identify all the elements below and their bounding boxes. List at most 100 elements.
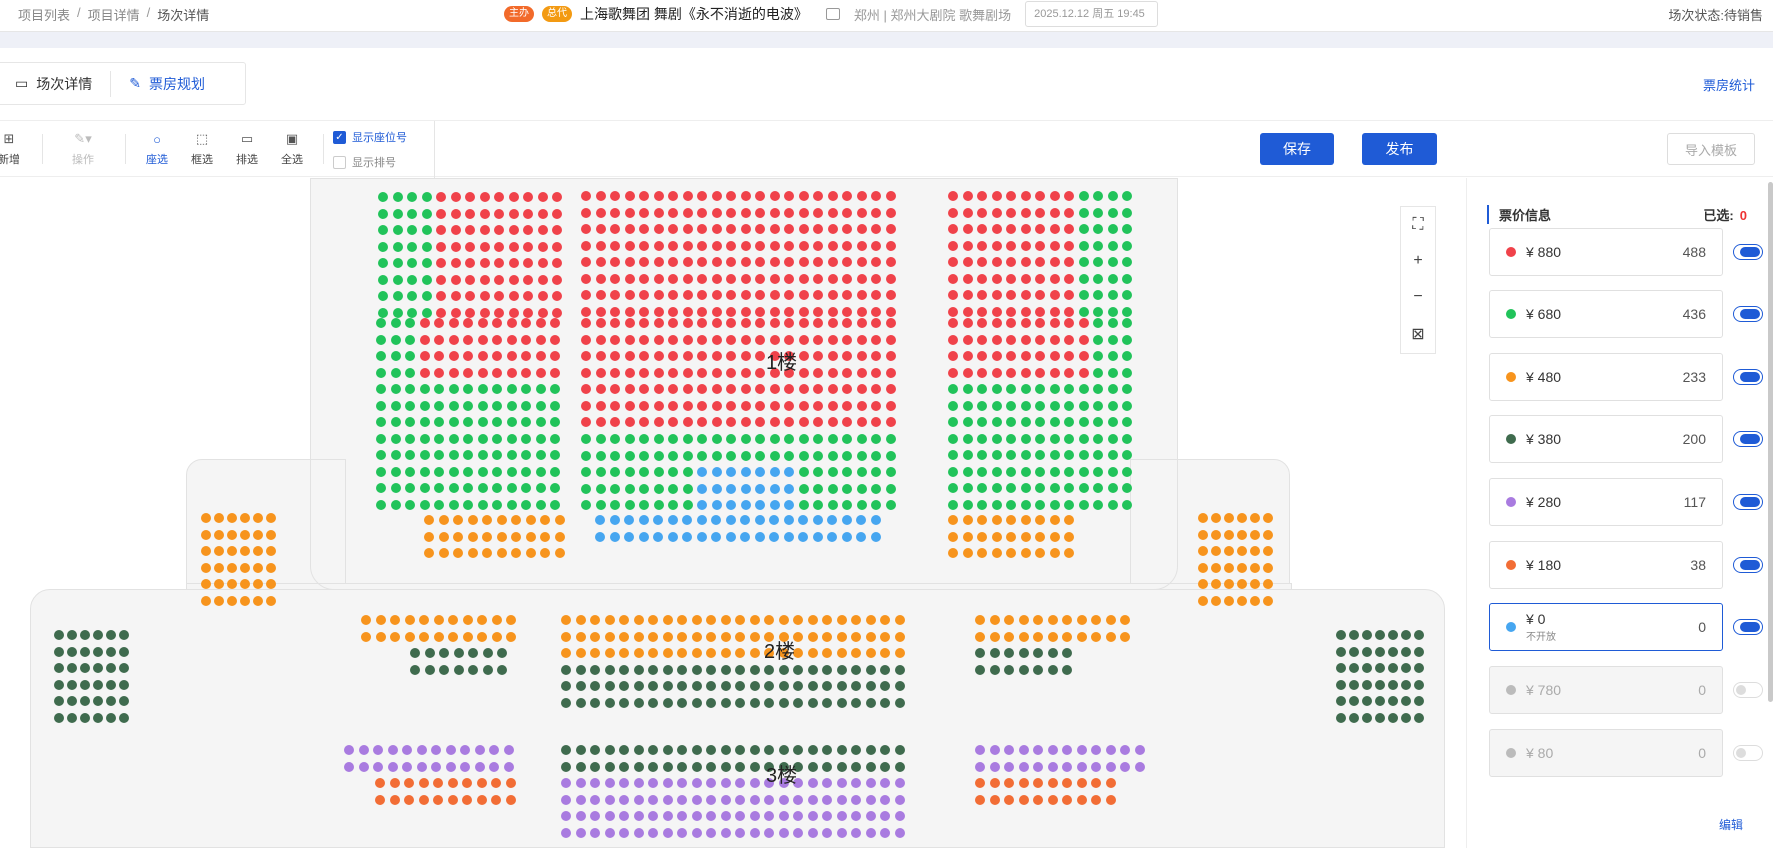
seat[interactable] — [633, 681, 644, 691]
seat[interactable] — [433, 631, 444, 642]
seat[interactable] — [390, 433, 401, 444]
seat[interactable] — [434, 417, 444, 427]
seat[interactable] — [405, 450, 415, 460]
seat[interactable] — [798, 467, 809, 477]
seat[interactable] — [595, 257, 606, 267]
seat[interactable] — [1018, 615, 1029, 625]
seat[interactable] — [1336, 663, 1346, 673]
seat[interactable] — [80, 679, 90, 690]
seat[interactable] — [450, 192, 461, 202]
seat[interactable] — [827, 515, 837, 525]
seat[interactable] — [977, 483, 987, 493]
seat[interactable] — [1105, 794, 1116, 805]
seat[interactable] — [1122, 367, 1132, 378]
seat[interactable] — [610, 384, 620, 394]
seat[interactable] — [1120, 745, 1130, 755]
seat[interactable] — [807, 681, 818, 691]
seat[interactable] — [638, 531, 649, 542]
seat[interactable] — [784, 434, 794, 444]
seat[interactable] — [1093, 450, 1103, 460]
seat[interactable] — [1401, 663, 1411, 673]
seat[interactable] — [561, 761, 571, 772]
seat[interactable] — [552, 258, 562, 268]
seat[interactable] — [989, 664, 1000, 675]
seat[interactable] — [720, 615, 731, 625]
seat[interactable] — [1035, 400, 1045, 411]
seat[interactable] — [581, 207, 591, 218]
seat[interactable] — [668, 334, 678, 345]
seat[interactable] — [749, 615, 760, 625]
seat[interactable] — [402, 761, 412, 772]
seat[interactable] — [749, 681, 760, 691]
seat[interactable] — [726, 450, 736, 461]
seat[interactable] — [822, 827, 832, 838]
seat[interactable] — [1035, 207, 1045, 218]
seat[interactable] — [812, 515, 823, 525]
seat[interactable] — [375, 631, 386, 642]
seat[interactable] — [419, 450, 430, 460]
tab-box-office-plan[interactable]: ✎ 票房规划 — [111, 63, 223, 104]
seat[interactable] — [1107, 257, 1118, 267]
seat[interactable] — [697, 450, 707, 461]
seat[interactable] — [813, 224, 823, 234]
fit-icon[interactable]: ⊠ — [1411, 324, 1424, 344]
seat[interactable] — [1064, 433, 1074, 444]
seat[interactable] — [856, 400, 867, 411]
seat[interactable] — [450, 291, 461, 301]
seat[interactable] — [445, 745, 456, 755]
seat[interactable] — [505, 778, 516, 788]
seat[interactable] — [1375, 646, 1385, 657]
edit-link[interactable]: 编辑 — [1719, 816, 1743, 833]
seat[interactable] — [885, 318, 896, 328]
seat[interactable] — [842, 191, 852, 201]
seat[interactable] — [842, 257, 852, 267]
seat[interactable] — [764, 664, 774, 675]
seat[interactable] — [1049, 207, 1060, 218]
seat[interactable] — [1033, 745, 1043, 755]
seat[interactable] — [836, 697, 847, 708]
seat[interactable] — [467, 548, 478, 558]
seat[interactable] — [894, 681, 905, 691]
seat[interactable] — [460, 761, 470, 772]
seat[interactable] — [962, 417, 973, 427]
seat[interactable] — [842, 351, 852, 361]
seat[interactable] — [1078, 318, 1089, 328]
seat[interactable] — [344, 745, 354, 755]
seat[interactable] — [865, 778, 876, 788]
seat[interactable] — [1035, 515, 1045, 525]
price-row[interactable]: ¥ 180 38 — [1489, 541, 1723, 589]
seat[interactable] — [575, 811, 586, 821]
add-button[interactable]: ⊞ 新增 — [0, 131, 20, 167]
seat[interactable] — [726, 351, 736, 361]
seat[interactable] — [1020, 351, 1031, 361]
seat[interactable] — [836, 631, 847, 642]
seat[interactable] — [851, 745, 861, 755]
seat[interactable] — [769, 400, 780, 411]
seat[interactable] — [726, 384, 736, 394]
seat[interactable] — [991, 318, 1002, 328]
seat[interactable] — [639, 450, 649, 461]
seat[interactable] — [764, 794, 774, 805]
seat[interactable] — [496, 515, 507, 525]
seat[interactable] — [521, 367, 531, 378]
seat[interactable] — [492, 318, 502, 328]
seat[interactable] — [448, 334, 459, 345]
seat[interactable] — [807, 827, 818, 838]
seat[interactable] — [1006, 257, 1016, 267]
seat[interactable] — [720, 745, 731, 755]
seat[interactable] — [822, 615, 832, 625]
seat[interactable] — [784, 483, 794, 494]
seat[interactable] — [653, 384, 664, 394]
seat[interactable] — [1020, 400, 1031, 411]
seat[interactable] — [696, 515, 707, 525]
seat[interactable] — [595, 224, 606, 234]
seat[interactable] — [755, 224, 765, 234]
seat[interactable] — [1250, 595, 1260, 606]
seat[interactable] — [827, 290, 838, 300]
fullscreen-icon[interactable]: ⛶ — [1412, 216, 1423, 234]
price-row[interactable]: ¥ 480 233 — [1489, 353, 1723, 401]
seat[interactable] — [822, 664, 832, 675]
seat[interactable] — [648, 794, 658, 805]
seat[interactable] — [1122, 483, 1132, 493]
seat[interactable] — [720, 811, 731, 821]
